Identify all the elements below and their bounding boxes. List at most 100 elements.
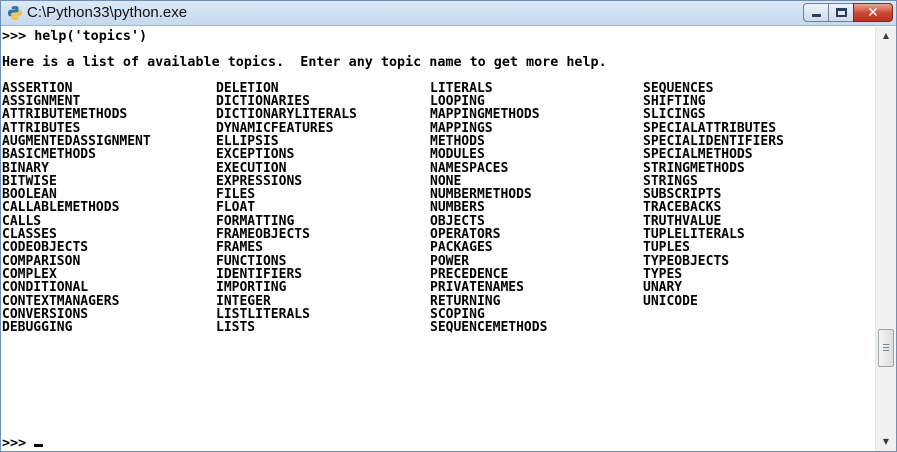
topics-column-1: ASSERTION ASSIGNMENT ATTRIBUTEMETHODS ATTRI… — [2, 80, 216, 336]
topic-item: POWER — [430, 253, 470, 269]
topics-list: ASSERTION ASSIGNMENT ATTRIBUTEMETHODS ATTRI… — [2, 80, 875, 336]
topic-item: BINARY — [2, 160, 49, 176]
minimize-icon — [812, 14, 821, 17]
topic-item: OBJECTS — [430, 213, 485, 229]
intro-text: Here is a list of available topics. Ente… — [2, 55, 607, 71]
topic-item: RETURNING — [430, 293, 501, 309]
window-title: C:\Python33\python.exe — [27, 4, 188, 21]
topic-item: TUPLELITERALS — [643, 227, 745, 243]
topic-item: SPECIALMETHODS — [643, 147, 753, 163]
command-line: >>> help('topics') — [2, 29, 148, 44]
topic-item: CONVERSIONS — [2, 306, 89, 322]
topic-item: DICTIONARIES — [216, 94, 310, 110]
topic-item: DICTIONARYLITERALS — [216, 107, 357, 123]
console-output[interactable]: >>> help('topics') Here is a list of ava… — [1, 27, 875, 451]
topic-item: CALLS — [2, 213, 42, 229]
topic-item: TRACEBACKS — [643, 200, 722, 216]
topic-item: FLOAT — [216, 200, 256, 216]
topic-item: IMPORTING — [216, 280, 287, 296]
topic-item: NONE — [430, 173, 462, 189]
topic-item: DELETION — [216, 80, 279, 96]
topic-item: MODULES — [430, 147, 485, 163]
topic-item: LISTLITERALS — [216, 306, 310, 322]
topic-item: MAPPINGS — [430, 120, 493, 136]
topic-item: FILES — [216, 187, 256, 203]
topic-item: UNICODE — [643, 293, 698, 309]
topic-item: UNARY — [643, 280, 683, 296]
topic-item: EXPRESSIONS — [216, 173, 303, 189]
topic-item: ELLIPSIS — [216, 133, 279, 149]
prompt-text: >>> — [2, 436, 35, 451]
grip-line — [883, 347, 889, 348]
topic-item: TYPEOBJECTS — [643, 253, 730, 269]
close-button[interactable]: ✕ — [853, 3, 893, 22]
topic-item: BITWISE — [2, 173, 57, 189]
topic-item: COMPARISON — [2, 253, 81, 269]
topic-item: LISTS — [216, 320, 256, 336]
topic-item: OPERATORS — [430, 227, 501, 243]
topic-item: MAPPINGMETHODS — [430, 107, 540, 123]
topic-item: CALLABLEMETHODS — [2, 200, 120, 216]
topic-item: ATTRIBUTEMETHODS — [2, 107, 128, 123]
topic-item: FUNCTIONS — [216, 253, 287, 269]
topic-item: STRINGMETHODS — [643, 160, 745, 176]
topic-item: CONTEXTMANAGERS — [2, 293, 120, 309]
arrow-up-icon[interactable]: ▲ — [876, 27, 896, 45]
topics-column-3: LITERALS LOOPING MAPPINGMETHODS MAPPINGS MET… — [430, 80, 643, 336]
topic-item: STRINGS — [643, 173, 698, 189]
text-cursor — [34, 444, 44, 447]
topic-item: SEQUENCEMETHODS — [430, 320, 548, 336]
topic-item: EXCEPTIONS — [216, 147, 295, 163]
topic-item: IDENTIFIERS — [216, 266, 303, 282]
topic-item: ASSIGNMENT — [2, 94, 81, 110]
topic-item: TYPES — [643, 266, 683, 282]
topic-item: NUMBERMETHODS — [430, 187, 532, 203]
input-prompt[interactable]: >>> — [2, 436, 44, 451]
topic-item: DEBUGGING — [2, 320, 73, 336]
topic-item: BASICMETHODS — [2, 147, 96, 163]
topic-item: FRAMES — [216, 240, 263, 256]
topic-item: NUMBERS — [430, 200, 485, 216]
topic-item: DYNAMICFEATURES — [216, 120, 334, 136]
grip-line — [883, 350, 889, 351]
minimize-button[interactable] — [803, 3, 829, 22]
topic-item: METHODS — [430, 133, 485, 149]
topic-item: INTEGER — [216, 293, 271, 309]
maximize-button[interactable] — [828, 3, 854, 22]
topic-item: ATTRIBUTES — [2, 120, 81, 136]
arrow-down-icon[interactable]: ▼ — [876, 433, 896, 451]
topic-item: SEQUENCES — [643, 80, 714, 96]
topic-item: COMPLEX — [2, 266, 57, 282]
topic-item: PRECEDENCE — [430, 266, 509, 282]
topic-item: EXECUTION — [216, 160, 287, 176]
maximize-icon — [836, 8, 847, 17]
topic-item: SCOPING — [430, 306, 485, 322]
grip-line — [883, 344, 889, 345]
topic-item: PRIVATENAMES — [430, 280, 524, 296]
topic-item: PACKAGES — [430, 240, 493, 256]
topics-column-4: SEQUENCES SHIFTING SLICINGS SPECIALATTRIBUT… — [643, 80, 853, 335]
topic-item: TUPLES — [643, 240, 690, 256]
topic-item: SPECIALATTRIBUTES — [643, 120, 777, 136]
python-icon — [8, 6, 22, 20]
topic-item: SLICINGS — [643, 107, 706, 123]
topic-item: AUGMENTEDASSIGNMENT — [2, 133, 151, 149]
console-window: C:\Python33\python.exe ✕ >>> help('topic… — [0, 0, 897, 452]
topic-item: SHIFTING — [643, 94, 706, 110]
topic-item: CLASSES — [2, 227, 57, 243]
window-controls: ✕ — [803, 3, 893, 22]
topic-item: SPECIALIDENTIFIERS — [643, 133, 784, 149]
topic-item: CODEOBJECTS — [2, 240, 89, 256]
topic-item: ASSERTION — [2, 80, 73, 96]
topic-item: NAMESPACES — [430, 160, 509, 176]
topic-item: SUBSCRIPTS — [643, 187, 722, 203]
topic-item: FRAMEOBJECTS — [216, 227, 310, 243]
title-bar[interactable]: C:\Python33\python.exe ✕ — [1, 1, 896, 26]
topic-item: LITERALS — [430, 80, 493, 96]
vertical-scrollbar[interactable]: ▲ ▼ — [875, 27, 896, 451]
topics-column-2: DELETION DICTIONARIES DICTIONARYLITERALS DY… — [216, 80, 430, 336]
topic-item: LOOPING — [430, 94, 485, 110]
close-icon: ✕ — [867, 5, 879, 21]
topic-item: BOOLEAN — [2, 187, 57, 203]
scrollbar-thumb[interactable] — [878, 329, 894, 367]
